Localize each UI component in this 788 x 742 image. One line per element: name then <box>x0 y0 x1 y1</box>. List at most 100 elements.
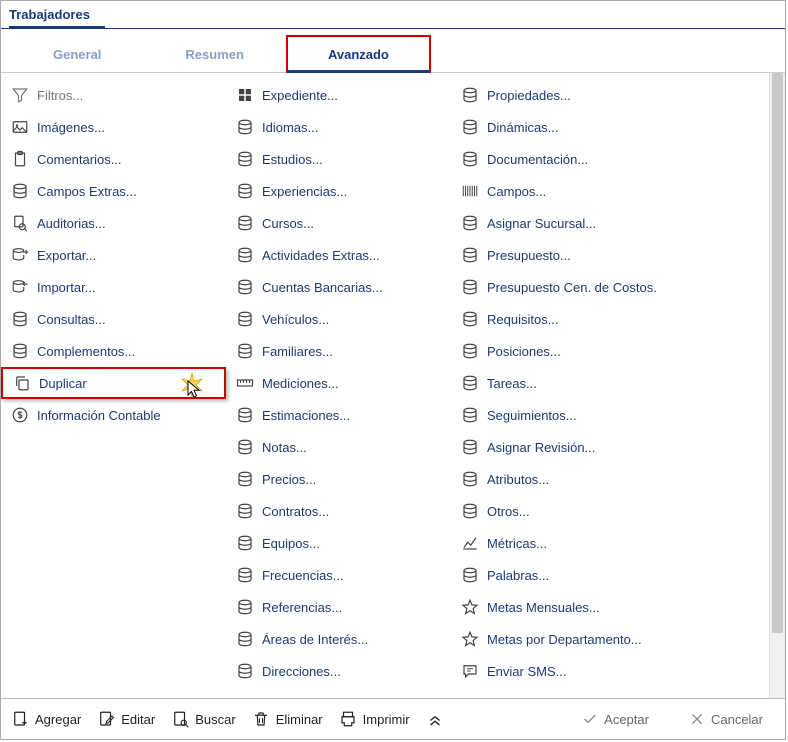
db-icon <box>236 598 254 616</box>
chart-icon <box>461 534 479 552</box>
db-icon <box>236 438 254 456</box>
db-icon <box>236 534 254 552</box>
barcode-icon <box>461 182 479 200</box>
item-atributos[interactable]: Atributos... <box>451 463 769 495</box>
item-posiciones[interactable]: Posiciones... <box>451 335 769 367</box>
item-precios[interactable]: Precios... <box>226 463 451 495</box>
imprimir-button[interactable]: Imprimir <box>339 710 410 728</box>
db-icon <box>236 630 254 648</box>
db-icon <box>461 246 479 264</box>
item-enviar-sms[interactable]: Enviar SMS... <box>451 655 769 687</box>
db-icon <box>461 118 479 136</box>
item-filtros[interactable]: Filtros... <box>1 79 226 111</box>
db-icon <box>461 406 479 424</box>
db-icon <box>461 310 479 328</box>
item-referencias[interactable]: Referencias... <box>226 591 451 623</box>
item-palabras[interactable]: Palabras... <box>451 559 769 591</box>
db-icon <box>236 406 254 424</box>
clipboard-icon <box>11 150 29 168</box>
db-icon <box>236 118 254 136</box>
item-presupuesto[interactable]: Presupuesto... <box>451 239 769 271</box>
item-auditorias[interactable]: Auditorias... <box>1 207 226 239</box>
scrollbar[interactable] <box>769 73 785 698</box>
db-icon <box>461 502 479 520</box>
trash-icon <box>252 710 270 728</box>
star-icon <box>461 598 479 616</box>
item-cursos[interactable]: Cursos... <box>226 207 451 239</box>
image-icon <box>11 118 29 136</box>
item-campos-extras[interactable]: Campos Extras... <box>1 175 226 207</box>
chevrons-up-icon <box>426 710 444 728</box>
x-icon <box>689 711 705 727</box>
item-consultas[interactable]: Consultas... <box>1 303 226 335</box>
item-propiedades[interactable]: Propiedades... <box>451 79 769 111</box>
db-icon <box>236 502 254 520</box>
item-areas[interactable]: Áreas de Interés... <box>226 623 451 655</box>
db-icon <box>461 86 479 104</box>
item-direcciones[interactable]: Direcciones... <box>226 655 451 687</box>
item-documentacion[interactable]: Documentación... <box>451 143 769 175</box>
tab-avanzado[interactable]: Avanzado <box>286 35 431 73</box>
filter-icon <box>11 86 29 104</box>
item-dinamicas[interactable]: Dinámicas... <box>451 111 769 143</box>
item-duplicar[interactable]: Duplicar <box>1 367 226 399</box>
item-familiares[interactable]: Familiares... <box>226 335 451 367</box>
item-exportar[interactable]: Exportar... <box>1 239 226 271</box>
item-imagenes[interactable]: Imágenes... <box>1 111 226 143</box>
db-icon <box>236 214 254 232</box>
expand-button[interactable] <box>426 710 444 728</box>
tab-resumen[interactable]: Resumen <box>143 35 286 72</box>
item-frecuencias[interactable]: Frecuencias... <box>226 559 451 591</box>
db-icon <box>461 278 479 296</box>
db-icon <box>461 214 479 232</box>
export-icon <box>11 246 29 264</box>
item-complementos[interactable]: Complementos... <box>1 335 226 367</box>
item-requisitos[interactable]: Requisitos... <box>451 303 769 335</box>
db-icon <box>236 662 254 680</box>
item-notas[interactable]: Notas... <box>226 431 451 463</box>
item-asignar-sucursal[interactable]: Asignar Sucursal... <box>451 207 769 239</box>
aceptar-button[interactable]: Aceptar <box>570 707 661 731</box>
cancelar-button[interactable]: Cancelar <box>677 707 775 731</box>
item-estudios[interactable]: Estudios... <box>226 143 451 175</box>
item-otros[interactable]: Otros... <box>451 495 769 527</box>
item-seguimientos[interactable]: Seguimientos... <box>451 399 769 431</box>
item-presupuesto-cc[interactable]: Presupuesto Cen. de Costos. <box>451 271 769 303</box>
editar-button[interactable]: Editar <box>97 710 155 728</box>
item-mediciones[interactable]: Mediciones... <box>226 367 451 399</box>
item-importar[interactable]: Importar... <box>1 271 226 303</box>
cursor-icon <box>178 371 206 402</box>
item-estimaciones[interactable]: Estimaciones... <box>226 399 451 431</box>
db-icon <box>236 246 254 264</box>
item-asignar-revision[interactable]: Asignar Revisión... <box>451 431 769 463</box>
item-tareas[interactable]: Tareas... <box>451 367 769 399</box>
db-icon <box>461 150 479 168</box>
tabs: General Resumen Avanzado <box>1 35 785 73</box>
tab-general[interactable]: General <box>11 35 143 72</box>
item-expediente[interactable]: Expediente... <box>226 79 451 111</box>
print-icon <box>339 710 357 728</box>
dollar-icon <box>11 406 29 424</box>
item-vehiculos[interactable]: Vehículos... <box>226 303 451 335</box>
copy-icon <box>13 374 31 392</box>
item-contratos[interactable]: Contratos... <box>226 495 451 527</box>
item-info-contable[interactable]: Información Contable <box>1 399 226 431</box>
eliminar-button[interactable]: Eliminar <box>252 710 323 728</box>
item-metas-mensuales[interactable]: Metas Mensuales... <box>451 591 769 623</box>
item-idiomas[interactable]: Idiomas... <box>226 111 451 143</box>
item-experiencias[interactable]: Experiencias... <box>226 175 451 207</box>
doc-plus-icon <box>11 710 29 728</box>
buscar-button[interactable]: Buscar <box>171 710 235 728</box>
item-actividades[interactable]: Actividades Extras... <box>226 239 451 271</box>
item-equipos[interactable]: Equipos... <box>226 527 451 559</box>
grid-icon <box>236 86 254 104</box>
item-metricas[interactable]: Métricas... <box>451 527 769 559</box>
item-cuentas[interactable]: Cuentas Bancarias... <box>226 271 451 303</box>
agregar-button[interactable]: Agregar <box>11 710 81 728</box>
item-comentarios[interactable]: Comentarios... <box>1 143 226 175</box>
doc-search-icon <box>171 710 189 728</box>
db-icon <box>236 470 254 488</box>
item-metas-depto[interactable]: Metas por Departamento... <box>451 623 769 655</box>
db-icon <box>236 182 254 200</box>
item-campos[interactable]: Campos... <box>451 175 769 207</box>
